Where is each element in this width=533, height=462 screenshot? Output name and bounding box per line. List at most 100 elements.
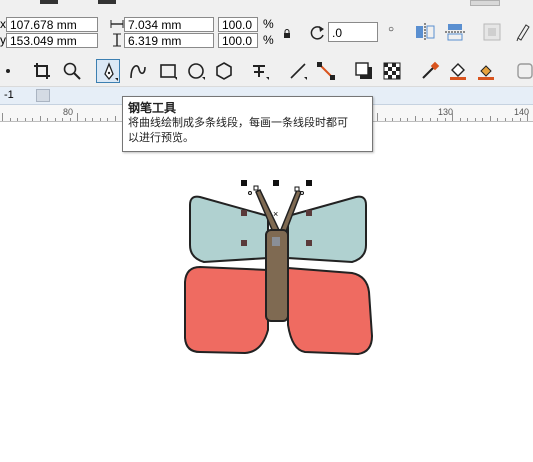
ruler-tick (399, 118, 401, 121)
ruler-tick (437, 118, 438, 121)
ellipse-tool[interactable] (184, 59, 208, 83)
ruler-tick (414, 116, 416, 121)
artistic-media-tool[interactable] (126, 59, 150, 83)
line-icon (290, 63, 307, 80)
page-tab-icon[interactable] (36, 89, 50, 102)
page-indicator[interactable]: -1 (4, 89, 14, 101)
scale-x-percent: % (263, 17, 274, 31)
ruler-tick (474, 118, 476, 121)
lower-right-wing[interactable] (287, 266, 374, 356)
ruler-tick (54, 118, 56, 121)
text-tool[interactable] (248, 59, 272, 83)
ruler-tick (77, 113, 78, 121)
center-x-marker: × (273, 209, 278, 219)
edit-object-icon[interactable] (514, 22, 532, 42)
y-position-field[interactable]: 153.049 mm (6, 33, 98, 48)
ellipse-icon (188, 63, 205, 80)
shadow-icon (355, 62, 372, 79)
ruler-tick (459, 118, 461, 121)
pen-icon (104, 62, 118, 81)
lock-ratio-icon[interactable] (282, 26, 292, 38)
scale-x-field[interactable]: 100.0 (218, 17, 258, 32)
rotation-field[interactable]: .0 (328, 22, 378, 42)
selection-handles[interactable] (241, 180, 312, 186)
ruler-tick (9, 118, 11, 121)
drop-shadow-tool[interactable] (352, 59, 376, 83)
crop-tool[interactable] (30, 59, 54, 83)
tooltip-line-2: 以进行预览。 (128, 132, 194, 144)
rectangle-tool[interactable] (156, 59, 180, 83)
height-icon (110, 33, 124, 47)
tooltip-line-1: 将曲线绘制成多条线段，每画一条线段时都可 (128, 117, 348, 129)
width-icon (110, 17, 124, 31)
ruler-tick (407, 118, 408, 121)
smart-fill-tool[interactable] (474, 59, 498, 83)
wrap-text-icon[interactable] (482, 22, 502, 42)
property-bar: x: 107.678 mm y: 153.049 mm 7.034 mm 6.3… (0, 0, 533, 55)
ruler-tick (519, 118, 521, 121)
toolbox (0, 55, 533, 87)
ruler-tick (92, 118, 93, 121)
connector-icon (317, 62, 335, 80)
ruler-tick (429, 118, 431, 121)
ruler-tick (444, 118, 446, 121)
connector-tool[interactable] (286, 59, 310, 83)
magnifier-icon (63, 62, 81, 80)
frame-icon (517, 63, 533, 79)
ruler-tick (497, 118, 498, 121)
ruler-tick (452, 113, 453, 121)
transparency-tool[interactable] (380, 59, 404, 83)
ruler-tick (62, 118, 63, 121)
height-field[interactable]: 6.319 mm (124, 33, 214, 48)
zoom-tool[interactable] (60, 59, 84, 83)
center-node[interactable] (272, 237, 280, 246)
degree-symbol: ○ (388, 24, 395, 35)
scale-y-field[interactable]: 100.0 (218, 33, 258, 48)
ruler-tick (482, 118, 483, 121)
polygon-tool[interactable] (212, 59, 236, 83)
top-partial-icon-2[interactable] (98, 0, 116, 4)
scale-y-percent: % (263, 33, 274, 47)
rotate-icon (308, 24, 326, 42)
pen-tool-tooltip: 钢笔工具 将曲线绘制成多条线段，每画一条线段时都可 以进行预览。 (122, 96, 373, 152)
smart-fill-icon (478, 65, 494, 80)
upper-left-wing[interactable] (189, 195, 269, 264)
lower-left-wing[interactable] (184, 265, 269, 355)
ruler-tick (24, 118, 26, 121)
ruler-label-80: 80 (63, 107, 74, 117)
x-position-field[interactable]: 107.678 mm (6, 17, 98, 32)
mirror-horizontal-icon[interactable] (414, 22, 436, 42)
ruler-tick (377, 113, 378, 121)
eyedropper-tool[interactable] (418, 59, 442, 83)
fill-bucket-icon (450, 63, 466, 80)
ruler-tick (512, 118, 513, 121)
ruler-tick (32, 118, 33, 121)
upper-right-wing[interactable] (287, 195, 367, 264)
ruler-tick (39, 116, 41, 121)
pick-tool[interactable] (0, 59, 24, 83)
rectangle-icon (160, 64, 177, 80)
ruler-tick (467, 118, 468, 121)
ruler-tick (489, 116, 491, 121)
drawing-canvas[interactable]: × (0, 122, 533, 462)
top-partial-icon-1[interactable] (40, 0, 58, 4)
tooltip-title: 钢笔工具 (128, 101, 177, 115)
ruler-tick (422, 118, 423, 121)
width-field[interactable]: 7.034 mm (124, 17, 214, 32)
ruler-tick (384, 118, 386, 121)
ruler-tick (47, 118, 48, 121)
crop-icon (34, 63, 50, 79)
mirror-vertical-icon[interactable] (444, 22, 466, 42)
eyedropper-icon (422, 61, 440, 79)
pen-tool[interactable] (96, 59, 120, 83)
top-partial-icon-3[interactable] (470, 0, 500, 6)
dimension-tool[interactable] (314, 59, 338, 83)
ruler-tick (107, 118, 108, 121)
ruler-tick (99, 118, 101, 121)
extra-tool[interactable] (512, 59, 533, 83)
curve-icon (130, 64, 146, 79)
ruler-label-130: 130 (438, 107, 454, 117)
ruler-tick (2, 113, 3, 121)
checkerboard-icon (383, 62, 401, 80)
interactive-fill-tool[interactable] (446, 59, 470, 83)
